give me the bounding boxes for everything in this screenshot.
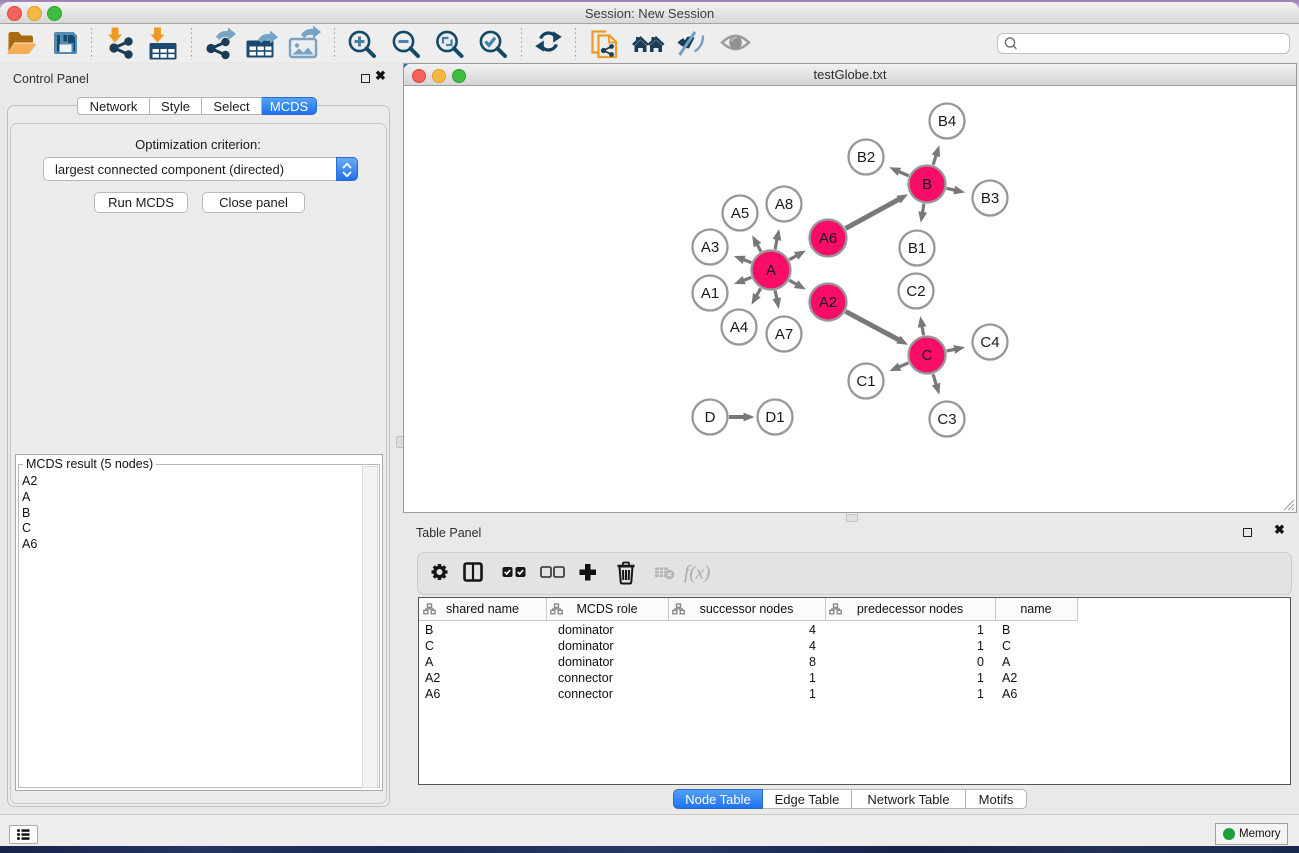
svg-text:f(x): f(x): [684, 563, 710, 584]
svg-text:A7: A7: [775, 326, 793, 343]
svg-text:B1: B1: [908, 240, 926, 257]
svg-text:A5: A5: [731, 205, 749, 222]
svg-text:A: A: [766, 262, 776, 279]
svg-text:C3: C3: [937, 411, 956, 428]
svg-text:C: C: [922, 347, 933, 364]
svg-text:A8: A8: [775, 196, 793, 213]
svg-text:A2: A2: [819, 294, 837, 311]
svg-text:A3: A3: [701, 239, 719, 256]
svg-text:B4: B4: [938, 113, 956, 130]
svg-text:D: D: [705, 409, 716, 426]
svg-text:C2: C2: [906, 283, 925, 300]
svg-text:B3: B3: [981, 190, 999, 207]
svg-text:A4: A4: [730, 319, 748, 336]
svg-text:C1: C1: [856, 373, 875, 390]
svg-text:B2: B2: [857, 149, 875, 166]
svg-text:C4: C4: [980, 334, 999, 351]
svg-text:D1: D1: [765, 409, 784, 426]
svg-text:A1: A1: [701, 285, 719, 302]
svg-text:A6: A6: [819, 230, 837, 247]
svg-text:B: B: [922, 176, 932, 193]
